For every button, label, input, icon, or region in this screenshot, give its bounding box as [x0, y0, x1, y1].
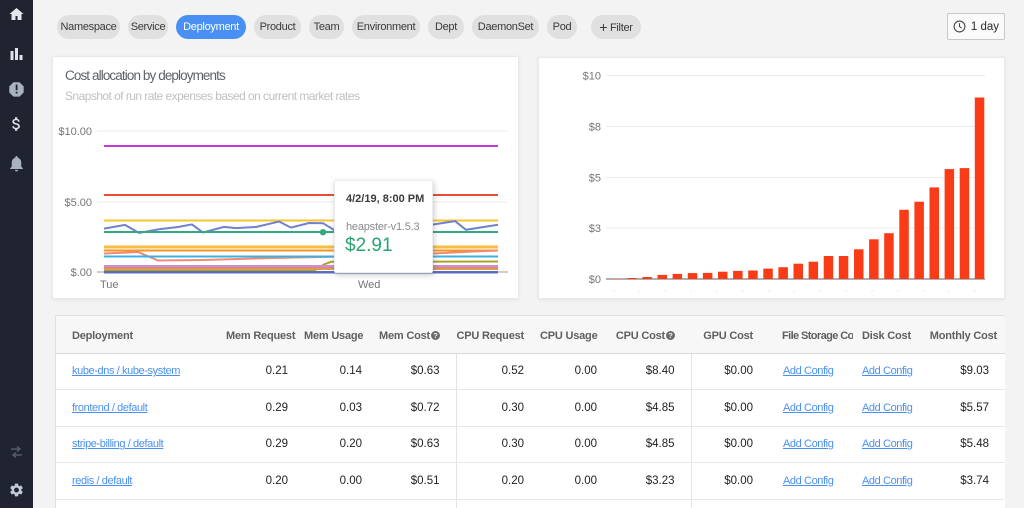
svg-text:$0: $0: [589, 274, 601, 286]
svg-text:$5: $5: [589, 173, 601, 185]
svg-text:$10: $10: [583, 71, 601, 83]
svg-text:..: ..: [739, 287, 745, 293]
svg-text:..: ..: [868, 287, 874, 293]
svg-text:$5.00: $5.00: [64, 197, 92, 209]
svg-text:$3: $3: [589, 223, 601, 235]
svg-text:..: ..: [662, 287, 668, 293]
svg-text:..: ..: [894, 287, 900, 293]
svg-text:..: ..: [713, 287, 719, 293]
svg-text:Wed: Wed: [358, 279, 380, 291]
svg-text:..: ..: [688, 287, 694, 293]
svg-text:..: ..: [636, 287, 642, 293]
svg-text:..: ..: [920, 287, 926, 293]
svg-text:..: ..: [946, 287, 952, 293]
svg-text:$10.00: $10.00: [58, 126, 92, 138]
svg-text:$8: $8: [589, 122, 601, 134]
svg-text:..: ..: [971, 287, 977, 293]
svg-text:$.00: $.00: [71, 267, 92, 279]
svg-text:..: ..: [765, 287, 771, 293]
svg-text:..: ..: [842, 287, 848, 293]
svg-text:..: ..: [791, 287, 797, 293]
svg-text:..: ..: [610, 287, 616, 293]
svg-text:Tue: Tue: [100, 279, 119, 291]
svg-text:..: ..: [817, 287, 823, 293]
